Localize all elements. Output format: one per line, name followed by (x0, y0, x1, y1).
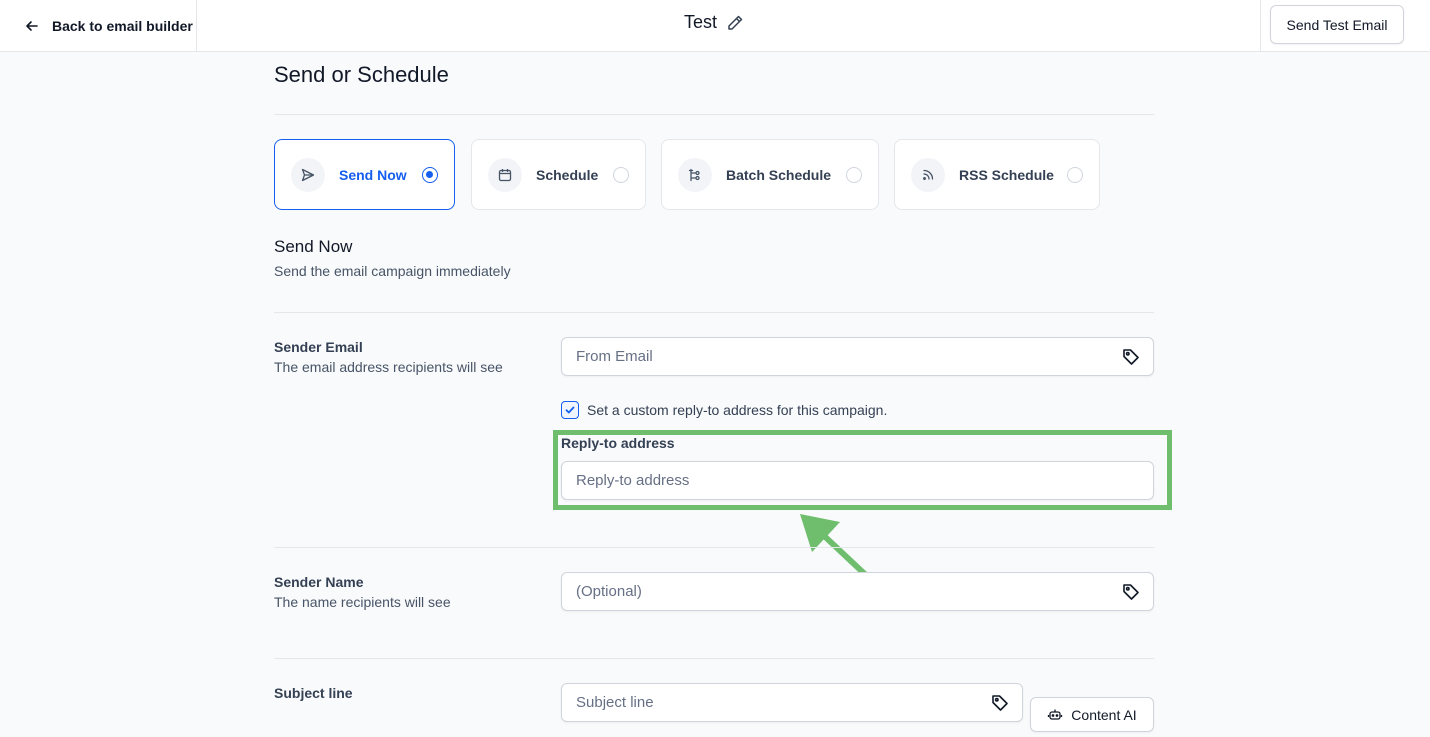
option-label: Batch Schedule (726, 166, 832, 183)
custom-reply-to-label: Set a custom reply-to address for this c… (587, 402, 888, 418)
sender-name-input[interactable]: (Optional) (561, 572, 1154, 611)
divider (274, 547, 1154, 548)
option-send-now[interactable]: Send Now (274, 139, 455, 210)
page-title: Send or Schedule (274, 62, 449, 87)
content-ai-label: Content AI (1071, 706, 1137, 723)
subject-line-input[interactable]: Subject line (561, 683, 1023, 722)
pencil-icon[interactable] (725, 13, 745, 33)
option-label: RSS Schedule (959, 166, 1054, 183)
top-bar: Back to email builder Test Send Test Ema… (0, 0, 1430, 52)
content-ai-button[interactable]: Content AI (1030, 697, 1154, 732)
divider (274, 312, 1154, 313)
option-rss-schedule[interactable]: RSS Schedule (894, 139, 1100, 210)
radio-rss-schedule[interactable] (1067, 166, 1083, 183)
sender-email-placeholder: From Email (576, 348, 653, 365)
radio-batch-schedule[interactable] (846, 166, 862, 183)
reply-to-label: Reply-to address (561, 435, 675, 451)
sender-email-input[interactable]: From Email (561, 337, 1154, 376)
option-batch-schedule[interactable]: Batch Schedule (661, 139, 879, 210)
rss-icon (911, 157, 945, 192)
option-label: Schedule (536, 166, 599, 183)
subject-line-label: Subject line (274, 685, 353, 701)
sender-email-help: The email address recipients will see (274, 359, 503, 375)
sender-name-label: Sender Name (274, 574, 364, 590)
radio-send-now[interactable] (422, 166, 438, 183)
batch-icon (678, 157, 712, 192)
send-icon (291, 157, 325, 192)
tag-icon[interactable] (990, 693, 1010, 713)
section-title: Send Now (274, 237, 353, 256)
custom-reply-to-checkbox[interactable] (561, 401, 579, 419)
back-to-builder-button[interactable]: Back to email builder (0, 0, 197, 51)
sender-name-help: The name recipients will see (274, 594, 451, 610)
sender-name-placeholder: (Optional) (576, 583, 642, 600)
campaign-title: Test (684, 12, 745, 33)
check-icon (565, 406, 575, 414)
robot-icon (1048, 709, 1063, 720)
header-divider (1260, 0, 1261, 51)
subject-line-placeholder: Subject line (576, 694, 654, 711)
calendar-icon (488, 157, 522, 192)
tag-icon[interactable] (1121, 347, 1141, 367)
back-label: Back to email builder (52, 17, 193, 34)
section-subtitle: Send the email campaign immediately (274, 263, 511, 279)
reply-to-placeholder: Reply-to address (576, 472, 690, 489)
divider (274, 114, 1154, 115)
custom-reply-to-row[interactable]: Set a custom reply-to address for this c… (561, 401, 887, 419)
radio-schedule[interactable] (613, 166, 629, 183)
sender-email-label: Sender Email (274, 339, 363, 355)
arrow-left-icon (26, 20, 38, 31)
tag-icon[interactable] (1121, 582, 1141, 602)
send-test-email-button[interactable]: Send Test Email (1270, 5, 1404, 44)
divider (274, 658, 1154, 659)
reply-to-input[interactable]: Reply-to address (561, 461, 1154, 500)
option-label: Send Now (339, 166, 407, 183)
campaign-title-text: Test (684, 12, 718, 32)
option-schedule[interactable]: Schedule (471, 139, 646, 210)
